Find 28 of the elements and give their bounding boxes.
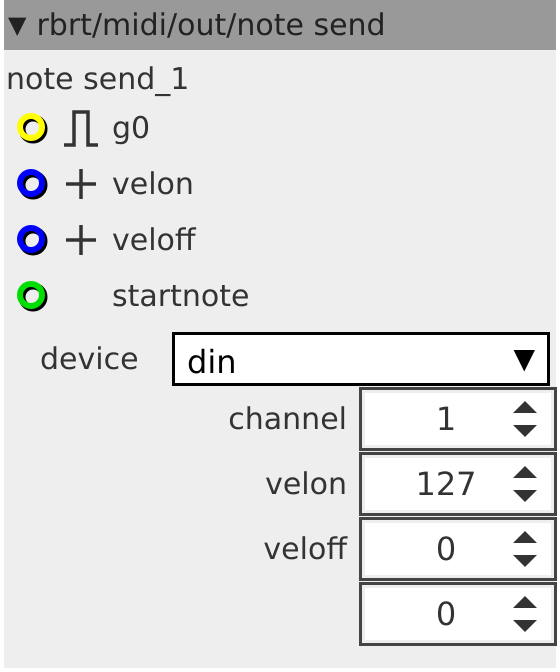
number-spinbox[interactable]: 0: [359, 517, 557, 581]
plus-icon: [64, 167, 98, 201]
port-label: startnote: [112, 278, 250, 314]
up-arrow-icon[interactable]: [513, 466, 537, 478]
pulse-icon: [64, 110, 98, 147]
port-label: velon: [112, 166, 194, 202]
down-arrow-icon[interactable]: [513, 425, 537, 437]
down-arrow-icon[interactable]: [513, 555, 537, 567]
up-arrow-icon[interactable]: [513, 401, 537, 413]
node-name: note send_1: [5, 61, 190, 99]
number-spinbox[interactable]: 0: [359, 582, 557, 646]
number-spinbox[interactable]: 127: [359, 452, 557, 516]
down-arrow-icon[interactable]: [513, 490, 537, 502]
number-spinbox[interactable]: 1: [359, 387, 557, 451]
port-label: veloff: [112, 222, 196, 258]
caret-icon: ▼: [513, 342, 535, 374]
param-label: channel: [228, 402, 348, 436]
up-arrow-icon[interactable]: [513, 531, 537, 543]
device-label: device: [40, 342, 140, 376]
collapse-toggle[interactable]: ▼: [8, 11, 26, 39]
param-label: veloff: [263, 532, 349, 566]
port-label: g0: [112, 110, 150, 146]
plus-icon: [64, 223, 98, 257]
param-label: velon: [265, 466, 348, 502]
down-arrow-icon[interactable]: [513, 620, 537, 632]
device-dropdown[interactable]: din ▼: [172, 332, 550, 386]
up-arrow-icon[interactable]: [513, 596, 537, 608]
node-path-title: rbrt/midi/out/note send: [36, 8, 386, 42]
